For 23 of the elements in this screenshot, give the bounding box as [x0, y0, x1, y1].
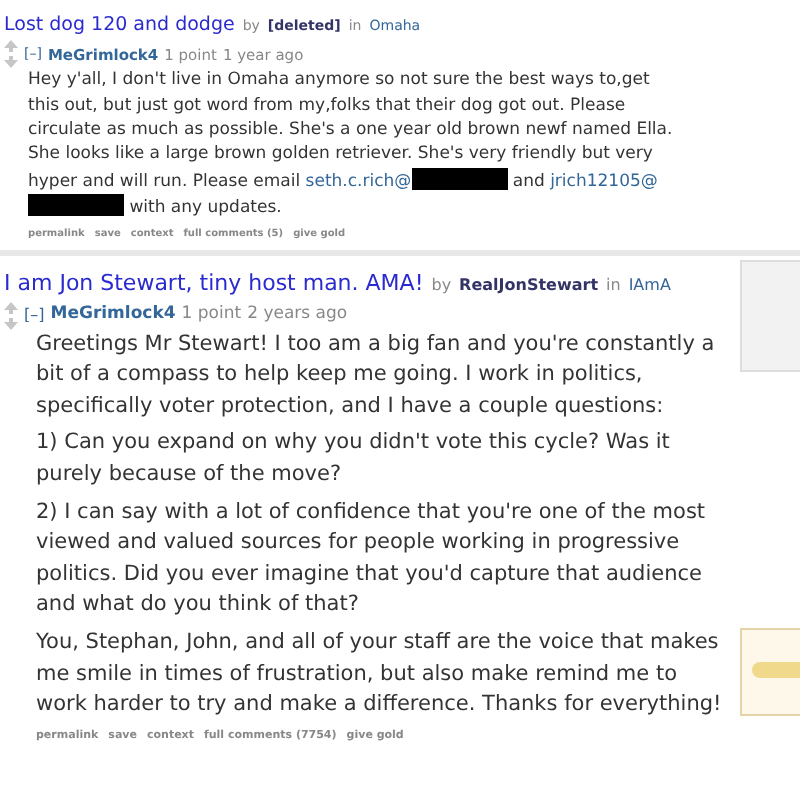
post-title-link[interactable]: I am Jon Stewart, tiny host man. AMA! [4, 268, 424, 302]
email-link[interactable]: seth.c.rich@ [305, 171, 412, 192]
timestamp: 2 years ago [247, 302, 348, 329]
points-text: 1 point [181, 302, 242, 329]
in-label: in [606, 274, 621, 299]
redaction-bar [28, 194, 124, 217]
username-link[interactable]: MeGrimlock4 [50, 302, 176, 329]
vote-arrows-icon[interactable] [4, 40, 18, 69]
sidebar-panel [740, 628, 800, 717]
sidebar-panel [740, 260, 800, 373]
subreddit-link[interactable]: IAmA [628, 274, 671, 299]
redaction-bar [411, 167, 508, 190]
comment-paragraph: You, Stephan, John, and all of your staff are the voice that makes me smile in times of frustration, but also make remind me to work harder to try and make a difference. Thanks for everything! [36, 628, 724, 721]
comment-paragraph: 1) Can you expand on why you didn't vote this cycle? Was it purely because of the move? [36, 428, 672, 491]
collapse-toggle[interactable]: [–] [24, 303, 45, 328]
comment-paragraph: 2) I can say with a lot of confidence that you're one of the most viewed and valued sources for people working in progressive politics. Did you ever imagine that you'd capture that audience and what do you think of that? [36, 497, 708, 621]
comment-paragraph: Hey y'all, I don't live in Omaha anymore so not sure the best ways to,get this out, but just got word from my,folks that their dog got out. Please circulate as much as possible. She's a one year old brown newf named Ella. She looks like a large brown golden retriever. She's very friendly but very hyper and will run. Please email seth.c.rich@ and jrich12105@ with any updates. [28, 68, 675, 222]
vote-arrows-icon[interactable] [4, 301, 18, 330]
email-link[interactable]: jrich12105@ [550, 171, 658, 192]
comment-paragraph: Greetings Mr Stewart! I too am a big fan and you're constantly a bit of a compass to help keep me going. I work in politics, specifically voter protection, and I have a couple questions: [36, 329, 717, 422]
by-label: by [431, 274, 452, 299]
post-title-link[interactable]: Lost dog 120 and dodge [4, 12, 235, 41]
author-link[interactable]: RealJonStewart [459, 274, 599, 299]
